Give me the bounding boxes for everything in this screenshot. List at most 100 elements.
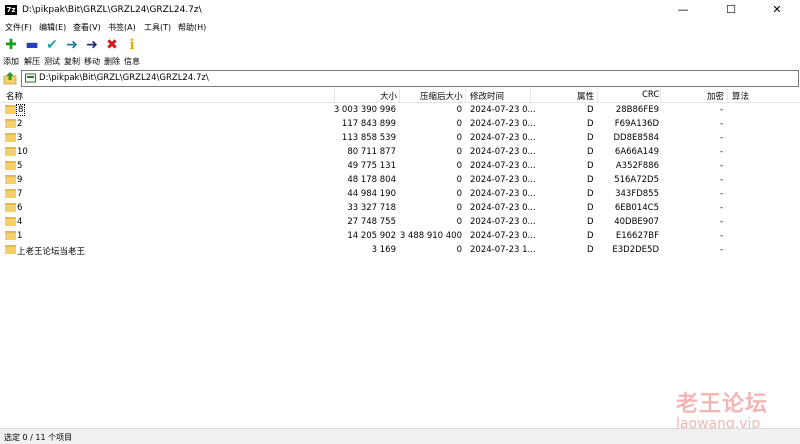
- item-name: 5: [17, 161, 23, 171]
- list-item[interactable]: 5 49 775 131 0 2024-07-23 0... D A352F88…: [0, 159, 800, 173]
- item-crc: 28B86FE9: [615, 105, 659, 115]
- item-name: 8: [15, 104, 26, 116]
- add-button[interactable]: ✚ 添加: [0, 36, 22, 66]
- column-divider[interactable]: [334, 88, 335, 102]
- item-crc: 6A66A149: [614, 147, 659, 157]
- move-button[interactable]: ➜ 移动: [81, 36, 103, 66]
- plus-icon: ✚: [5, 37, 17, 53]
- column-divider[interactable]: [597, 88, 598, 102]
- add-label: 添加: [3, 57, 19, 66]
- status-bar: 选定 0 / 11 个项目: [0, 428, 800, 444]
- column-divider[interactable]: [465, 88, 466, 102]
- delete-button[interactable]: ✖ 删除: [101, 36, 123, 66]
- copy-button[interactable]: ➜ 复制: [61, 36, 83, 66]
- column-divider[interactable]: [530, 88, 531, 102]
- info-label: 信息: [124, 57, 140, 66]
- extract-button[interactable]: ▬ 解压: [21, 36, 43, 66]
- column-encrypted[interactable]: 加密: [707, 90, 724, 102]
- item-attributes: D: [587, 105, 594, 115]
- info-button[interactable]: ℹ 信息: [121, 36, 143, 66]
- column-modified[interactable]: 修改时间: [470, 90, 504, 102]
- folder-icon: [5, 161, 16, 170]
- folder-icon: [5, 231, 16, 240]
- list-item[interactable]: 9 48 178 804 0 2024-07-23 0... D 516A72D…: [0, 173, 800, 187]
- address-path: D:\pikpak\Bit\GRZL\GRZL24\GRZL24.7z\: [39, 73, 209, 83]
- item-packed-size: 0: [456, 189, 462, 199]
- folder-icon: [5, 147, 16, 156]
- item-encrypted: -: [720, 133, 724, 143]
- item-name: 4: [17, 217, 23, 227]
- item-name: 2: [17, 119, 23, 129]
- item-crc: DD8E8584: [613, 133, 659, 143]
- list-item[interactable]: 6 33 327 718 0 2024-07-23 0... D 6EB014C…: [0, 201, 800, 215]
- item-size: 27 748 755: [347, 217, 396, 227]
- menu-help[interactable]: 帮助(H): [178, 22, 206, 33]
- item-attributes: D: [587, 231, 594, 241]
- list-item[interactable]: 1 14 205 902 3 488 910 400 2024-07-23 0.…: [0, 229, 800, 243]
- item-name: 3: [17, 133, 23, 143]
- column-method[interactable]: 算法: [732, 90, 749, 102]
- column-crc[interactable]: CRC: [642, 90, 659, 100]
- maximize-button[interactable]: ☐: [708, 0, 754, 20]
- move-label: 移动: [84, 57, 100, 66]
- menu-bookmarks[interactable]: 书签(A): [108, 22, 136, 33]
- list-item[interactable]: 上老王论坛当老王 3 169 0 2024-07-23 1... D E3D2D…: [0, 243, 800, 257]
- list-item[interactable]: 10 80 711 877 0 2024-07-23 0... D 6A66A1…: [0, 145, 800, 159]
- item-modified: 2024-07-23 0...: [470, 147, 536, 157]
- folder-icon: [5, 133, 16, 142]
- copy-label: 复制: [64, 57, 80, 66]
- item-packed-size: 0: [456, 175, 462, 185]
- column-divider[interactable]: [727, 88, 728, 102]
- column-divider[interactable]: [660, 88, 661, 102]
- column-header: 名称 大小 压缩后大小 修改时间 属性 CRC 加密 算法: [0, 88, 800, 103]
- item-encrypted: -: [720, 161, 724, 171]
- item-crc: E3D2DE5D: [612, 245, 659, 255]
- item-modified: 2024-07-23 0...: [470, 105, 536, 115]
- menu-bar: 文件(F) 编辑(E) 查看(V) 书签(A) 工具(T) 帮助(H): [0, 20, 800, 34]
- item-modified: 2024-07-23 1...: [470, 245, 536, 255]
- menu-edit[interactable]: 编辑(E): [39, 22, 66, 33]
- item-name: 9: [17, 175, 23, 185]
- item-attributes: D: [587, 161, 594, 171]
- list-item[interactable]: 4 27 748 755 0 2024-07-23 0... D 40DBE90…: [0, 215, 800, 229]
- column-attributes[interactable]: 属性: [577, 90, 594, 102]
- item-packed-size: 0: [456, 133, 462, 143]
- list-item[interactable]: 2 117 843 899 0 2024-07-23 0... D F69A13…: [0, 117, 800, 131]
- item-name: 7: [17, 189, 23, 199]
- item-encrypted: -: [720, 105, 724, 115]
- minimize-button[interactable]: —: [660, 0, 706, 20]
- item-packed-size: 0: [456, 105, 462, 115]
- column-size[interactable]: 大小: [380, 90, 397, 102]
- item-crc: 6EB014C5: [614, 203, 659, 213]
- item-crc: E16627BF: [615, 231, 659, 241]
- column-packed-size[interactable]: 压缩后大小: [420, 90, 463, 102]
- item-encrypted: -: [720, 147, 724, 157]
- move-arrow-icon: ➜: [86, 37, 98, 53]
- item-attributes: D: [587, 119, 594, 129]
- list-item[interactable]: 7 44 984 190 0 2024-07-23 0... D 343FD85…: [0, 187, 800, 201]
- address-input[interactable]: D:\pikpak\Bit\GRZL\GRZL24\GRZL24.7z\: [21, 70, 799, 87]
- item-encrypted: -: [720, 189, 724, 199]
- window-title: D:\pikpak\Bit\GRZL\GRZL24\GRZL24.7z\: [22, 5, 202, 15]
- folder-up-icon[interactable]: [3, 71, 17, 85]
- item-packed-size: 0: [456, 119, 462, 129]
- item-size: 80 711 877: [347, 147, 396, 157]
- item-packed-size: 3 488 910 400: [399, 231, 462, 241]
- menu-tools[interactable]: 工具(T): [144, 22, 171, 33]
- test-button[interactable]: ✔ 测试: [41, 36, 63, 66]
- menu-view[interactable]: 查看(V): [73, 22, 101, 33]
- folder-icon: [5, 217, 16, 226]
- folder-icon: [5, 175, 16, 184]
- list-item[interactable]: 3 113 858 539 0 2024-07-23 0... D DD8E85…: [0, 131, 800, 145]
- close-button[interactable]: ✕: [754, 0, 800, 20]
- list-item[interactable]: 8 3 003 390 996 0 2024-07-23 0... D 28B8…: [0, 103, 800, 117]
- item-size: 113 858 539: [341, 133, 396, 143]
- minus-icon: ▬: [25, 37, 39, 53]
- item-packed-size: 0: [456, 245, 462, 255]
- item-size: 3 169: [371, 245, 396, 255]
- column-name[interactable]: 名称: [6, 90, 23, 102]
- menu-file[interactable]: 文件(F): [5, 22, 32, 33]
- item-modified: 2024-07-23 0...: [470, 231, 536, 241]
- item-name: 上老王论坛当老王: [17, 247, 86, 257]
- column-divider[interactable]: [399, 88, 400, 102]
